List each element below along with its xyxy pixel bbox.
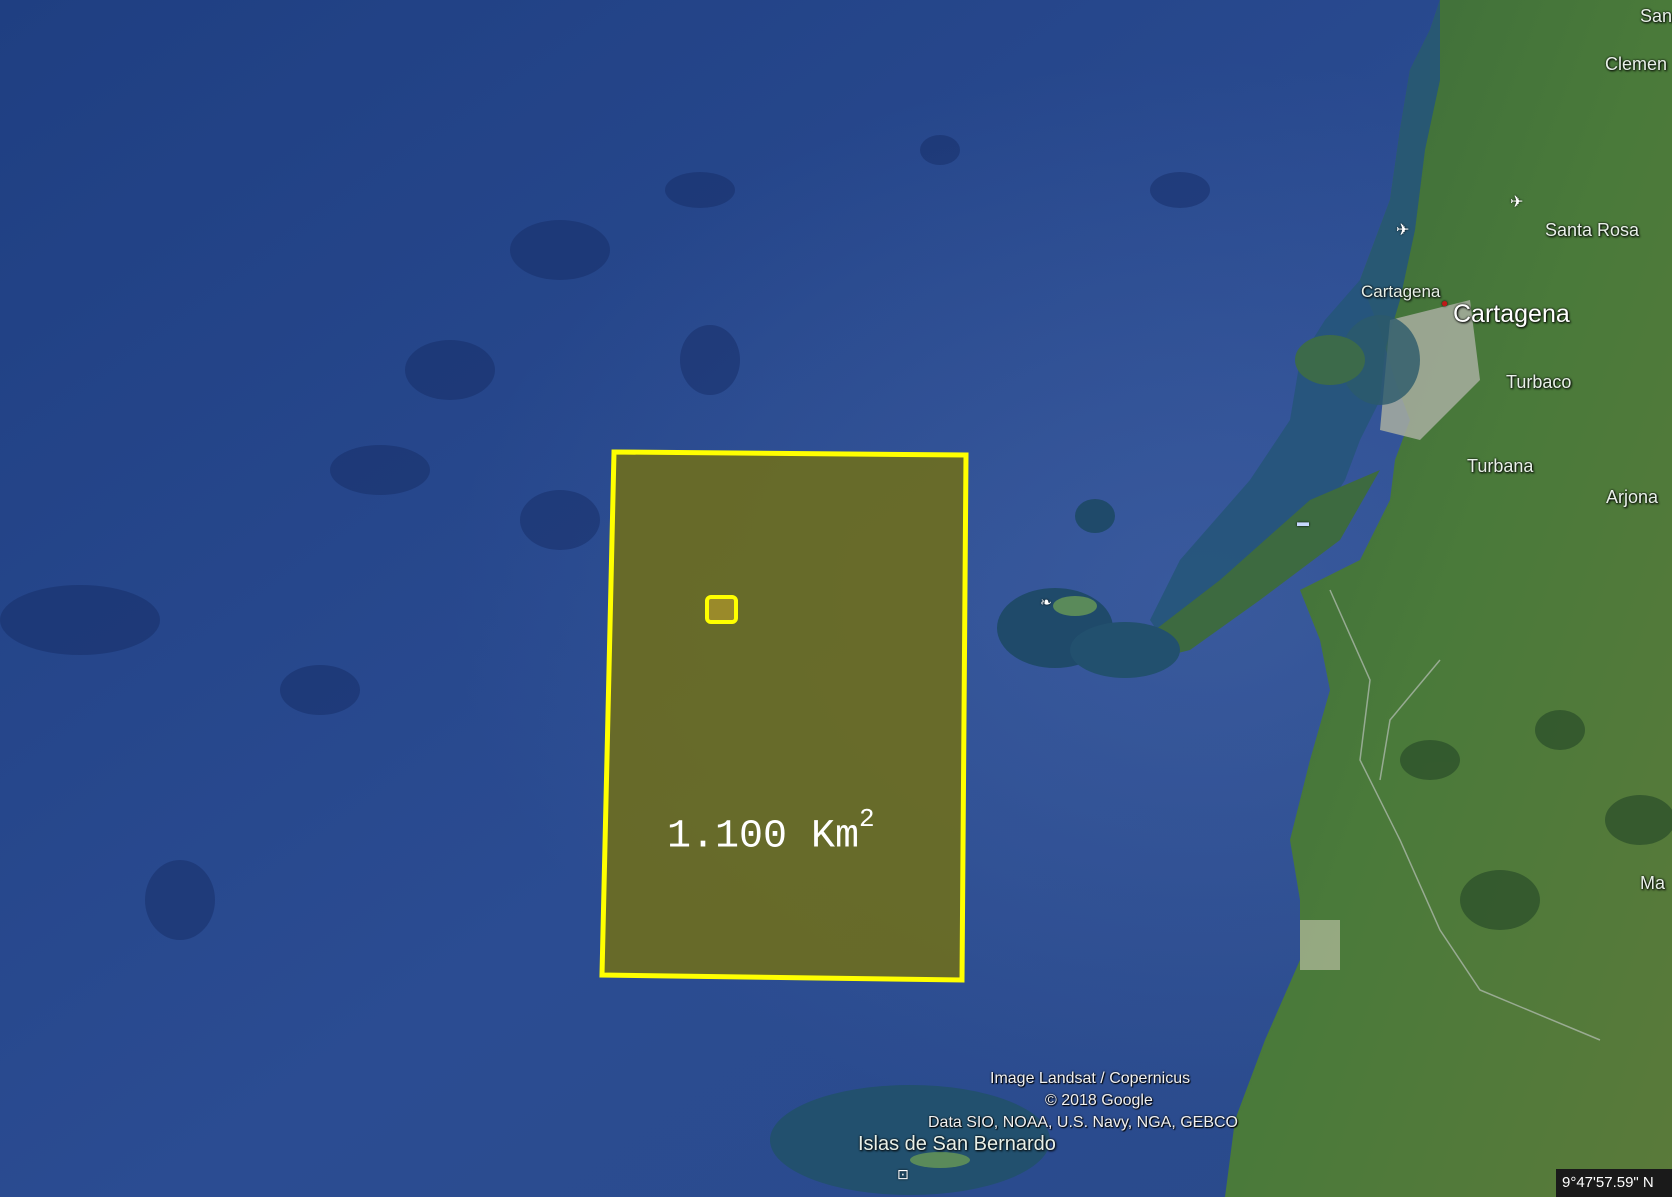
coordinates-readout: 9°47'57.59" N: [1556, 1169, 1672, 1197]
flag-icon[interactable]: ▬: [1297, 515, 1309, 529]
attribution-line-1: Image Landsat / Copernicus: [990, 1070, 1191, 1087]
place-label-cartagena-small: Cartagena: [1361, 282, 1441, 301]
attribution-line-2: © 2018 Google: [1045, 1092, 1153, 1109]
place-label-ma: Ma: [1640, 873, 1666, 893]
airport-icon[interactable]: ✈: [1510, 192, 1523, 212]
place-label-san: San: [1640, 6, 1672, 26]
place-label-turbaco: Turbaco: [1506, 372, 1572, 392]
place-label-islas-san-bernardo: Islas de San Bernardo: [858, 1133, 1056, 1155]
attribution-line-3: Data SIO, NOAA, U.S. Navy, NGA, GEBCO: [928, 1114, 1238, 1131]
area-value: 1.100 Km: [667, 814, 860, 860]
place-label-santa-rosa: Santa Rosa: [1545, 220, 1640, 240]
place-label-clemente: Clemen: [1605, 54, 1668, 74]
place-label-turbana: Turbana: [1467, 456, 1534, 476]
area-measurement-label: 1.100 Km2: [667, 804, 875, 860]
dolphin-icon[interactable]: ❧: [1040, 594, 1052, 611]
area-exponent: 2: [859, 804, 875, 834]
satellite-map[interactable]: San Clemen Santa Rosa Cartagena Cartagen…: [0, 0, 1672, 1197]
measured-area-polygon: [599, 449, 969, 983]
place-marker-icon[interactable]: ●: [1441, 296, 1448, 310]
place-label-arjona: Arjona: [1606, 487, 1659, 507]
map-imagery: [0, 0, 1672, 1197]
airport-icon[interactable]: ✈: [1396, 220, 1409, 240]
place-label-cartagena: Cartagena: [1453, 300, 1570, 328]
placemark-square: [705, 595, 738, 624]
square-marker-icon[interactable]: ⊡: [897, 1166, 909, 1183]
